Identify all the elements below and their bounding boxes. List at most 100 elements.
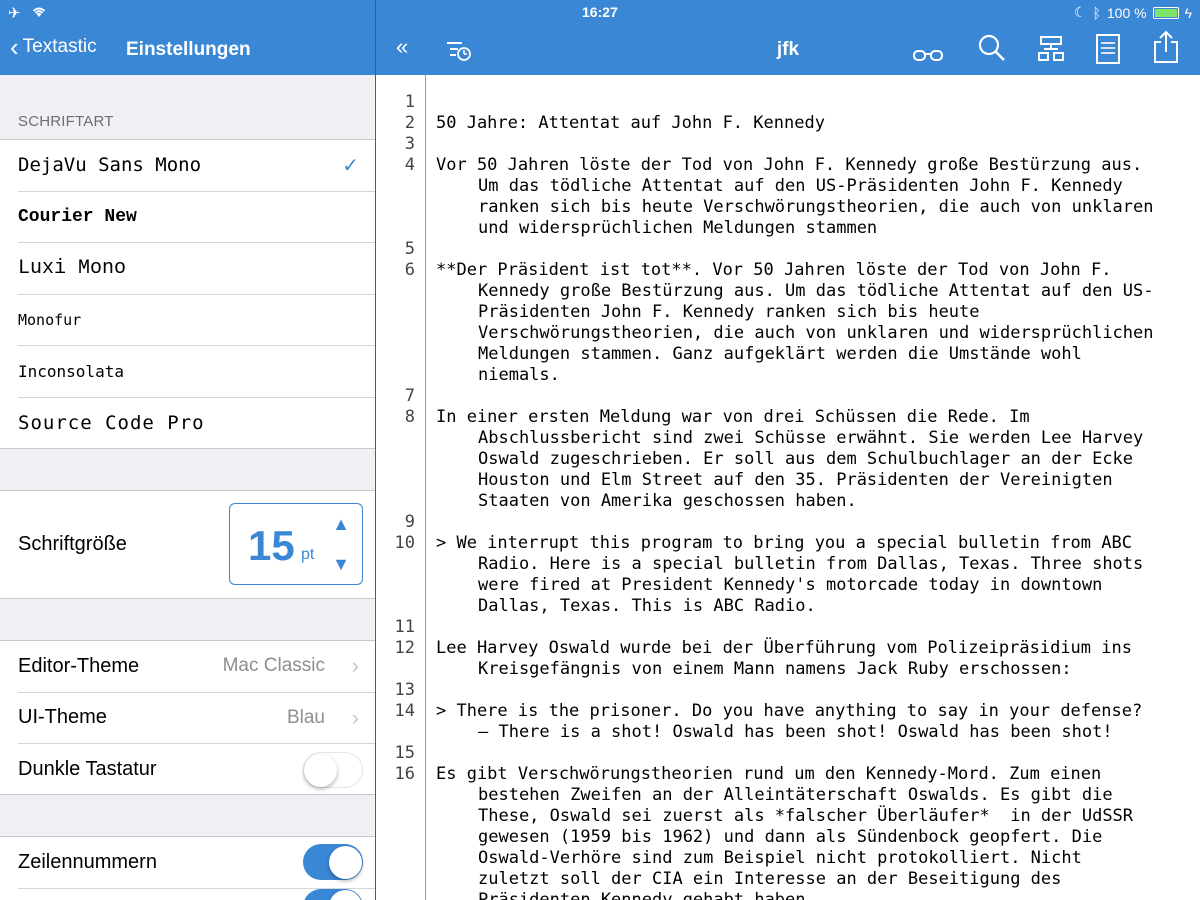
code-line: **Der Präsident ist tot**. Vor 50 Jahren… — [436, 260, 1200, 386]
line-number: 7 — [404, 386, 415, 406]
toggle-knob — [329, 845, 362, 879]
line-number: 15 — [394, 743, 415, 763]
glasses-icon[interactable] — [912, 40, 944, 71]
line-number: 13 — [394, 680, 415, 700]
bluetooth-icon: ᛒ — [1092, 4, 1101, 21]
font-option-dejavu-sans-mono[interactable]: DejaVu Sans Mono ✓ — [18, 140, 375, 192]
stepper-down-icon[interactable]: ▼ — [332, 554, 350, 575]
code-line-text: > There is the prisoner. Do you have any… — [436, 701, 1143, 721]
font-option-label: Source Code Pro — [18, 412, 205, 435]
battery-percent: 100 % — [1106, 4, 1147, 21]
code-line-wrap: Staaten von Amerika geschossen haben. — [478, 491, 857, 511]
code-line-wrap: und widersprüchlichen Meldungen stammen — [478, 218, 878, 238]
search-icon[interactable] — [978, 34, 1006, 69]
font-option-luxi-mono[interactable]: Luxi Mono — [18, 243, 375, 295]
back-button[interactable]: ‹ Textastic — [10, 32, 97, 62]
line-number: 6 — [404, 260, 415, 280]
line-number-gutter: 1 2 3 4 5 6 7 8 9 10 11 12 13 14 15 16 — [376, 75, 426, 900]
checkmark-icon: ✓ — [342, 154, 359, 177]
code-line-wrap: Kreisgefängnis von einem Mann namens Jac… — [478, 659, 1072, 679]
status-time: 16:27 — [582, 4, 618, 20]
editor-toolbar: 16:27 ☾ ᛒ 100 % ϟ « jfk — [376, 0, 1200, 75]
line-number: 16 — [394, 764, 415, 784]
ui-theme-row[interactable]: UI-Theme Blau › — [18, 693, 375, 744]
code-line — [436, 134, 1200, 155]
code-line-wrap: niemals. — [478, 365, 560, 385]
code-line-wrap: zuletzt soll der CIA ein Interesse an de… — [478, 869, 1062, 889]
code-line-wrap: gewesen (1959 bis 1962) und dann als Sün… — [478, 827, 1103, 847]
theme-group: Editor-Theme Mac Classic › UI-Theme Blau… — [0, 640, 375, 795]
next-setting-row — [18, 888, 375, 900]
line-numbers-toggle[interactable] — [303, 844, 363, 881]
code-line — [436, 92, 1200, 113]
font-option-label: Courier New — [18, 206, 137, 227]
settings-navbar: ✈ ‹ Textastic Einstellungen — [0, 0, 375, 75]
code-line-wrap: Radio. Here is a special bulletin from D… — [478, 554, 1144, 574]
code-line: In einer ersten Meldung war von drei Sch… — [436, 407, 1200, 512]
code-line-text: > We interrupt this program to bring you… — [436, 533, 1132, 553]
line-numbers-label: Zeilennummern — [18, 850, 157, 873]
back-chevron-icon: ‹ — [10, 32, 19, 62]
code-line-wrap: bestehen Zweifen an der Alleintäterschaf… — [478, 785, 1113, 805]
code-line-wrap: Verschwörungstheorien, die auch von unkl… — [478, 323, 1154, 343]
back-label: Textastic — [22, 36, 97, 57]
code-line-text: Vor 50 Jahren löste der Tod von John F. … — [436, 155, 1143, 175]
code-line-text: Es gibt Verschwörungstheorien rund um de… — [436, 764, 1102, 784]
line-number: 10 — [394, 533, 415, 553]
font-option-label: DejaVu Sans Mono — [18, 154, 202, 177]
line-numbers-group: Zeilennummern — [0, 836, 375, 900]
next-setting-toggle[interactable] — [303, 888, 363, 900]
font-list: DejaVu Sans Mono ✓ Courier New Luxi Mono… — [0, 139, 375, 449]
font-size-group: Schriftgröße 15 pt ▲ ▼ — [0, 490, 375, 599]
dark-keyboard-row: Dunkle Tastatur — [18, 744, 375, 796]
font-option-monofur[interactable]: Monofur — [18, 295, 375, 346]
editor-theme-value: Mac Classic — [222, 655, 325, 677]
stepper-up-icon[interactable]: ▲ — [332, 514, 350, 535]
font-option-inconsolata[interactable]: Inconsolata — [18, 346, 375, 398]
code-line — [436, 386, 1200, 407]
code-line-wrap: Um das tödliche Attentat auf den US-Präs… — [478, 176, 1123, 196]
code-line-text: Lee Harvey Oswald wurde bei der Überführ… — [436, 638, 1132, 658]
page-title: Einstellungen — [126, 39, 251, 60]
code-line-wrap: Präsidenten Kennedy gehabt haben — [478, 890, 806, 900]
code-line — [436, 617, 1200, 638]
font-size-stepper[interactable]: 15 pt ▲ ▼ — [229, 503, 363, 585]
font-size-value: 15 — [248, 522, 295, 569]
share-icon[interactable] — [1153, 30, 1179, 71]
dark-keyboard-toggle[interactable] — [303, 751, 363, 788]
code-line-wrap: – There is a shot! Oswald has been shot!… — [478, 722, 1113, 742]
code-line: Es gibt Verschwörungstheorien rund um de… — [436, 764, 1200, 900]
editor-theme-label: Editor-Theme — [18, 654, 140, 677]
code-line-wrap: were fired at President Kennedy's motorc… — [478, 575, 1103, 595]
line-number: 5 — [404, 239, 415, 259]
status-left: ✈ — [8, 4, 53, 22]
code-line-wrap: These, Oswald sei zuerst als *falscher Ü… — [478, 806, 1134, 826]
code-line-wrap: Kennedy große Bestürzung aus. Um das töd… — [478, 281, 1154, 301]
document-icon[interactable] — [1096, 34, 1120, 71]
code-line-text: **Der Präsident ist tot**. Vor 50 Jahren… — [436, 260, 1112, 280]
ui-theme-label: UI-Theme — [18, 706, 107, 729]
line-number: 11 — [394, 617, 415, 637]
font-section-header: SCHRIFTART — [18, 113, 114, 130]
code-line-wrap: Oswald-Verhöre sind zum Beispiel nicht p… — [478, 848, 1082, 868]
font-option-courier-new[interactable]: Courier New — [18, 192, 375, 243]
document-title: jfk — [776, 39, 800, 60]
chevron-right-icon: › — [351, 704, 359, 730]
dark-keyboard-label: Dunkle Tastatur — [18, 758, 157, 781]
code-editor[interactable]: 50 Jahre: Attentat auf John F. Kennedy V… — [436, 75, 1200, 900]
editor-theme-row[interactable]: Editor-Theme Mac Classic › — [18, 641, 375, 693]
line-number: 4 — [404, 155, 415, 175]
status-right: ☾ ᛒ 100 % ϟ — [1074, 4, 1192, 21]
line-number: 14 — [394, 701, 415, 721]
code-line-wrap: ranken sich bis heute Verschwörungstheor… — [478, 197, 1154, 217]
code-line: Lee Harvey Oswald wurde bei der Überführ… — [436, 638, 1200, 680]
font-option-source-code-pro[interactable]: Source Code Pro — [18, 398, 375, 450]
symbols-icon[interactable] — [1038, 36, 1064, 69]
code-line-wrap: Meldungen stammen. Ganz aufgeklärt werde… — [478, 344, 1082, 364]
code-line-wrap: Präsidenten John F. Kennedy ranken sich … — [478, 302, 980, 322]
code-line — [436, 512, 1200, 533]
